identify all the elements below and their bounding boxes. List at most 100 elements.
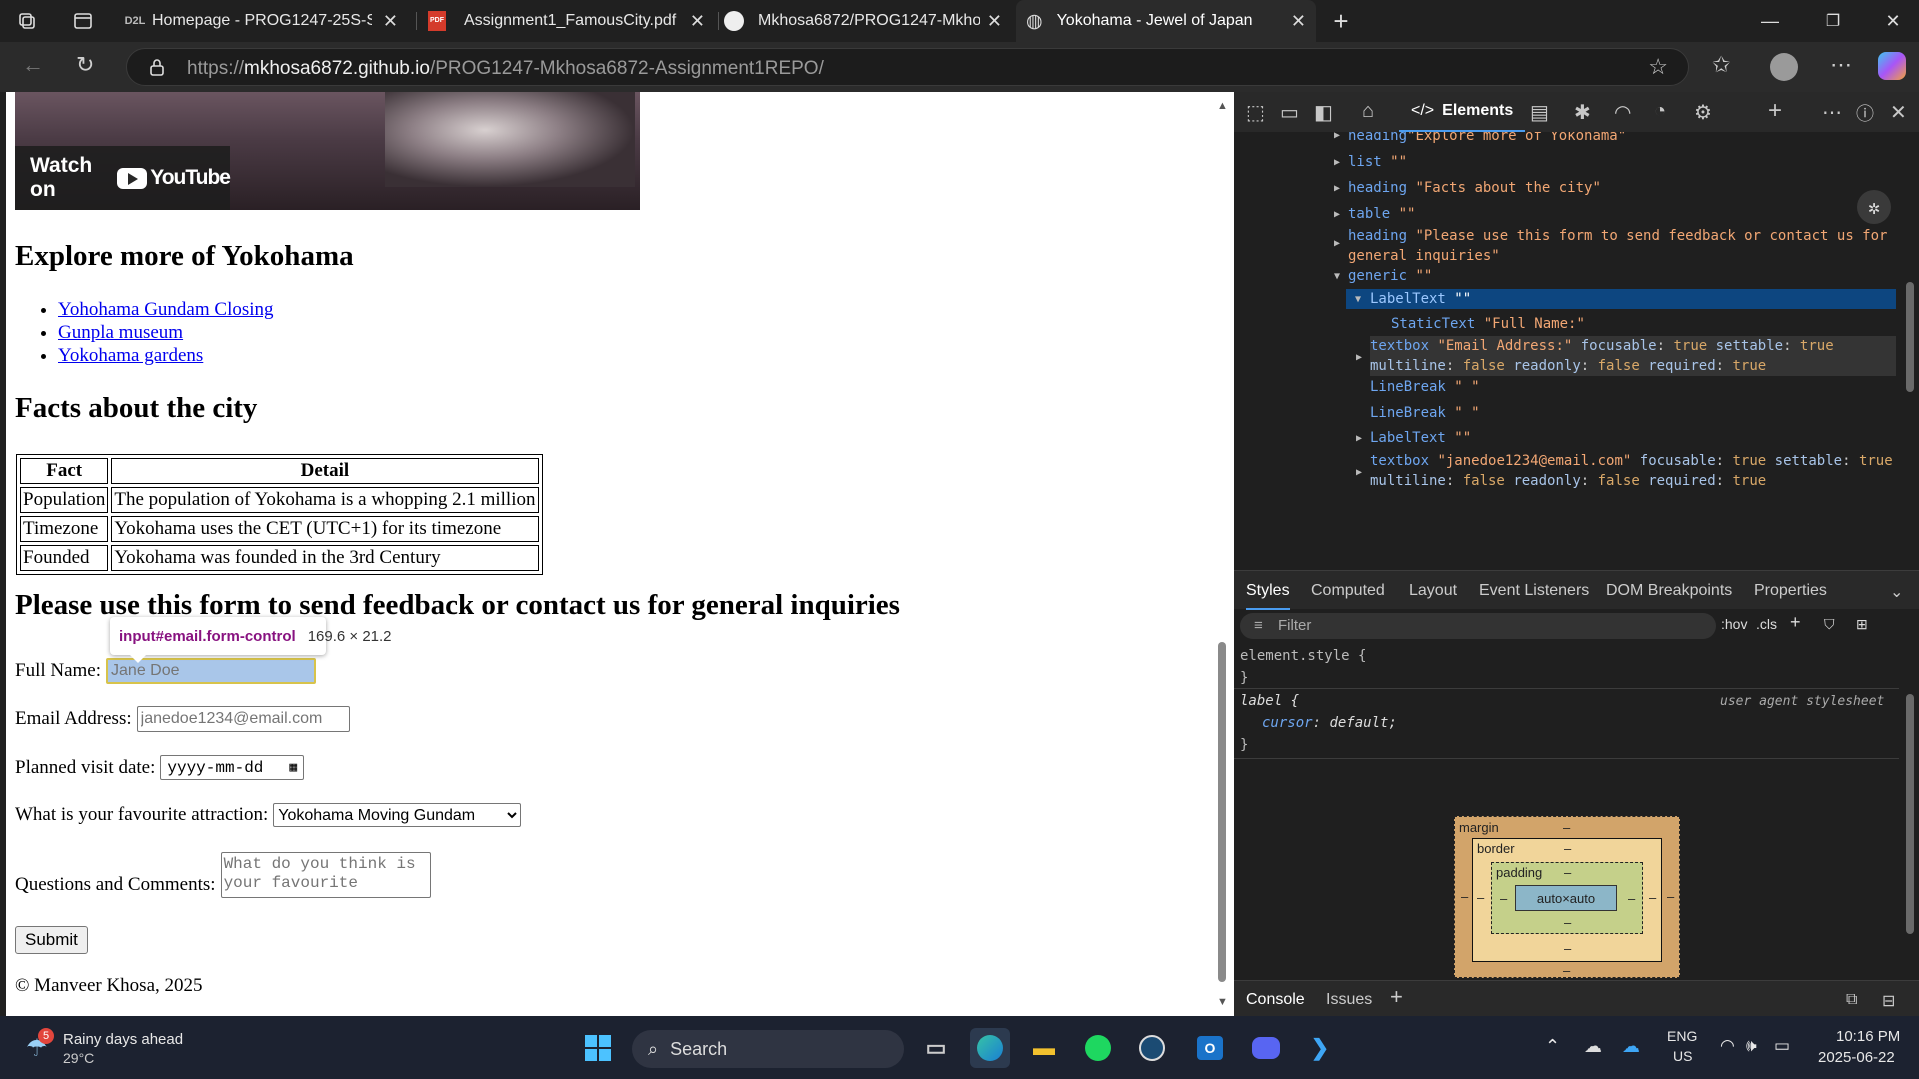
more-options-icon[interactable]: ⋯ (1830, 52, 1852, 78)
tree-node[interactable]: ▶ table "" (1334, 204, 1415, 224)
discord-icon[interactable] (1246, 1028, 1286, 1068)
watch-on-youtube-button[interactable]: Watch on YouTube (15, 146, 231, 210)
cls-toggle[interactable]: .cls (1756, 616, 1777, 632)
sidebar-toggle-icon[interactable]: ⊞ (1856, 616, 1868, 633)
cursor-declaration[interactable]: cursor: default; (1262, 715, 1397, 731)
tab-layout[interactable]: Layout (1409, 582, 1457, 600)
new-rule-icon[interactable]: + (1790, 612, 1801, 633)
performance-icon[interactable]: ◔ (1654, 100, 1666, 123)
tree-node[interactable]: ▶ list "" (1334, 152, 1407, 172)
language-eng[interactable]: ENG (1667, 1028, 1697, 1044)
element-style-rule[interactable]: element.style { (1240, 648, 1366, 664)
margin-right-value[interactable]: – (1667, 889, 1674, 904)
tree-node[interactable]: ▶ heading "Please use this form to send f… (1334, 226, 1887, 266)
workspaces-icon[interactable] (4, 0, 50, 42)
tab-console[interactable]: Console (1246, 991, 1305, 1009)
clock-time[interactable]: 10:16 PM (1836, 1028, 1900, 1045)
outlook-icon[interactable]: O (1190, 1028, 1230, 1068)
chevron-up-icon[interactable]: ⌃ (1545, 1036, 1560, 1057)
restore-icon[interactable]: ❐ (1810, 0, 1856, 42)
tree-scrollbar[interactable] (1901, 132, 1919, 569)
tree-node-selected[interactable]: ▼ LabelText "" (1346, 289, 1896, 309)
tab-issues[interactable]: Issues (1326, 991, 1372, 1009)
tab-yokohama[interactable]: ◍ Yokohama - Jewel of Japan ✕ (1016, 0, 1316, 42)
close-tab-icon[interactable]: ✕ (1291, 11, 1306, 32)
cloud-icon[interactable]: ☁ (1584, 1036, 1602, 1057)
minimize-icon[interactable]: — (1747, 0, 1793, 42)
bug-icon[interactable]: ✱ (1574, 100, 1591, 125)
email-input[interactable] (136, 706, 350, 732)
tab-homepage[interactable]: D2L Homepage - PROG1247-25S-Sec ✕ (118, 0, 408, 42)
new-tab-icon[interactable]: + (1318, 0, 1364, 42)
back-icon[interactable]: ← (22, 52, 44, 78)
submit-button[interactable]: Submit (15, 926, 88, 954)
refresh-icon[interactable]: ↻ (76, 52, 94, 78)
margin-left-value[interactable]: – (1461, 889, 1468, 904)
tree-node[interactable]: LineBreak " " (1370, 377, 1480, 397)
steam-icon[interactable] (1132, 1028, 1172, 1068)
volume-icon[interactable]: 🕪 (1746, 1036, 1757, 1056)
close-tab-icon[interactable]: ✕ (987, 11, 1002, 32)
more-tools-plus-icon[interactable]: + (1768, 97, 1782, 125)
tab-dom-breakpoints[interactable]: DOM Breakpoints (1606, 582, 1732, 600)
padding-top-value[interactable]: – (1564, 865, 1571, 880)
address-bar[interactable]: https://mkhosa6872.github.io/PROG1247-Mk… (126, 48, 1689, 86)
tree-node[interactable]: LineBreak " " (1370, 403, 1480, 423)
close-window-icon[interactable]: ✕ (1870, 0, 1916, 42)
scrollbar-thumb[interactable] (1218, 642, 1226, 982)
tree-node[interactable]: ▶ LabelText "" (1356, 428, 1471, 448)
file-explorer-icon[interactable]: ▬ (1024, 1028, 1064, 1068)
label-rule-selector[interactable]: label { (1240, 693, 1299, 709)
scrollbar-thumb[interactable] (1906, 694, 1914, 934)
edge-browser-icon[interactable] (970, 1028, 1010, 1068)
tab-computed[interactable]: Computed (1311, 582, 1385, 600)
link-gundam-closing[interactable]: Yohohama Gundam Closing (58, 299, 274, 320)
tab-elements[interactable]: </> Elements (1399, 92, 1526, 132)
tab-github[interactable]: Mkhosa6872/PROG1247-Mkhosa ✕ (722, 0, 1012, 42)
console-icon[interactable]: ▤ (1530, 100, 1549, 125)
link-yokohama-gardens[interactable]: Yokohama gardens (58, 345, 203, 366)
tree-node[interactable]: StaticText "Full Name:" (1391, 314, 1585, 334)
border-top-value[interactable]: – (1564, 841, 1571, 856)
task-view-icon[interactable]: ▭ (916, 1028, 956, 1068)
scrollbar-thumb[interactable] (1906, 282, 1914, 392)
margin-bottom-value[interactable]: – (1563, 963, 1570, 978)
close-drawer-icon[interactable]: ⊟ (1882, 991, 1895, 1011)
inspect-element-icon[interactable]: ⬚ (1246, 100, 1265, 125)
copilot-icon[interactable] (1878, 52, 1906, 80)
scroll-down-icon[interactable]: ▼ (1217, 996, 1228, 1008)
tree-node[interactable]: ▶ textbox "janedoe1234@email.com" focusab… (1356, 451, 1893, 491)
border-right-value[interactable]: – (1649, 890, 1656, 905)
tab-styles[interactable]: Styles (1246, 582, 1290, 610)
vscode-icon[interactable]: ❯ (1300, 1028, 1340, 1068)
styles-filter-input[interactable]: ≡ Filter (1240, 613, 1716, 639)
close-devtools-icon[interactable]: ✕ (1890, 100, 1907, 125)
dock-side-icon[interactable]: ◧ (1314, 100, 1333, 125)
favorite-star-icon[interactable]: ☆ (1648, 54, 1668, 80)
paint-icon[interactable]: ⛉ (1824, 616, 1835, 633)
tree-node[interactable]: ▼ generic "" (1334, 266, 1432, 286)
settings-gear-icon[interactable]: ⚙ (1694, 100, 1712, 125)
tree-node[interactable]: ▶ textbox "Email Address:" focusable: tru… (1356, 336, 1896, 376)
tab-assignment-pdf[interactable]: PDF Assignment1_FamousCity.pdf ✕ (420, 0, 715, 42)
battery-icon[interactable]: ▭ (1774, 1036, 1790, 1056)
taskbar-search[interactable]: ⌕ Search (632, 1030, 904, 1068)
styles-scrollbar[interactable] (1901, 644, 1919, 986)
attraction-select[interactable]: Yokohama Moving Gundam (273, 803, 522, 827)
network-wifi-icon[interactable]: ◠ (1614, 100, 1631, 125)
padding-bottom-value[interactable]: – (1564, 915, 1571, 930)
padding-right-value[interactable]: – (1628, 891, 1635, 906)
scroll-up-icon[interactable]: ▲ (1217, 100, 1228, 112)
close-tab-icon[interactable]: ✕ (383, 11, 398, 32)
tree-node[interactable]: ▶ heading"Explore more of Yokohama" (1334, 132, 1626, 146)
profile-avatar[interactable] (1770, 53, 1798, 81)
visit-date-input[interactable]: yyyy-mm-dd ▦ (160, 755, 305, 780)
wifi-icon[interactable]: ◠ (1720, 1036, 1735, 1056)
spotify-icon[interactable] (1078, 1028, 1118, 1068)
language-us[interactable]: US (1673, 1048, 1692, 1064)
favorites-icon[interactable]: ✩ (1712, 52, 1730, 78)
chevron-down-icon[interactable]: ⌄ (1890, 582, 1903, 602)
hov-toggle[interactable]: :hov (1721, 616, 1747, 632)
border-bottom-value[interactable]: – (1564, 941, 1571, 956)
box-model-content[interactable]: auto×auto (1515, 885, 1617, 911)
